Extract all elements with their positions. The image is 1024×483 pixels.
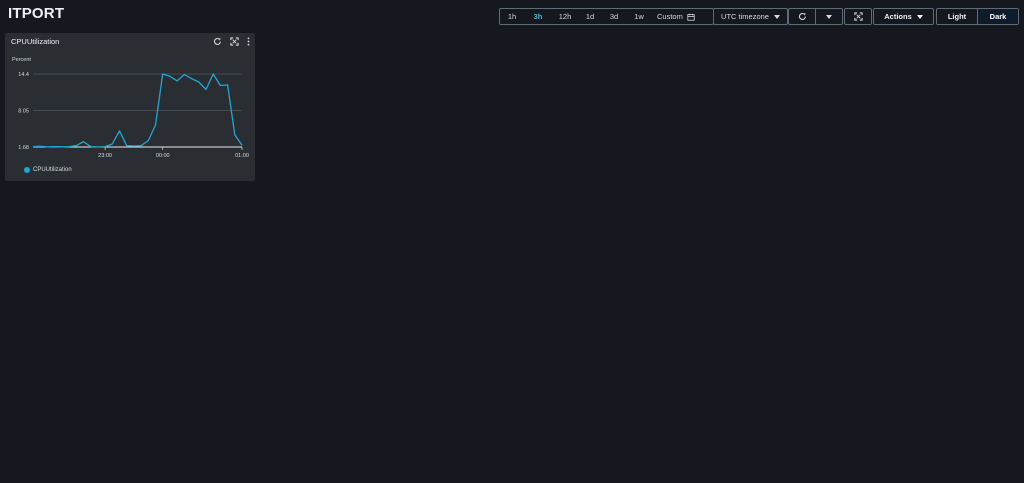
widget-expand-button[interactable] [229,36,239,46]
x-tick-label: 01:00 [235,153,249,159]
cpu-utilization-chart: 14.4 8.05 1.68 23:00 00:00 01:00 [18,72,249,159]
range-button-1d[interactable]: 1d [578,9,602,24]
theme-toggle: Light Dark [936,8,1019,25]
time-range-group: 1h 3h 12h 1d 3d 1w Custom [499,8,714,25]
actions-dropdown[interactable]: Actions [873,8,934,25]
y-tick-label: 14.4 [18,72,29,78]
fullscreen-button[interactable] [844,8,872,25]
fullscreen-icon [853,12,863,21]
y-tick-label: 1.68 [18,145,29,151]
caret-down-icon [826,14,832,19]
caret-down-icon [916,14,923,19]
legend-label: CPUUtilization [33,167,72,173]
cpu-utilization-widget: CPUUtilization Percent 14.4 8.05 1.68 23:00… [5,33,255,181]
y-tick-label: 8.05 [18,109,29,115]
time-range-toolbar: 1h 3h 12h 1d 3d 1w Custom [499,8,714,25]
refresh-toolbar [788,8,843,25]
page-title: ITPORT [8,5,65,22]
refresh-icon [798,13,806,20]
actions-toolbar: Actions [873,8,934,25]
timezone-label: UTC timezone [721,12,769,21]
legend-swatch [24,167,30,173]
refresh-options-dropdown[interactable] [815,9,842,24]
range-button-3h[interactable]: 3h [524,9,552,24]
theme-light-button[interactable]: Light [937,9,977,24]
custom-range-label: Custom [657,12,683,21]
timezone-select[interactable]: UTC timezone [713,8,788,25]
theme-toolbar: Light Dark [936,8,1019,25]
widget-actions [212,36,250,46]
range-button-1h[interactable]: 1h [500,9,524,24]
widget-more-button[interactable] [246,36,250,46]
actions-label: Actions [884,12,912,21]
calendar-icon [687,13,695,21]
x-tick-label: 23:00 [98,153,112,159]
y-axis-label: Percent [12,57,31,63]
range-button-12h[interactable]: 12h [552,9,578,24]
widget-title: CPUUtilization [11,37,60,46]
range-button-1w[interactable]: 1w [626,9,652,24]
expand-icon [229,36,239,46]
custom-range-button[interactable]: Custom [652,9,700,24]
widget-refresh-button[interactable] [212,36,222,46]
theme-dark-button[interactable]: Dark [977,9,1018,24]
range-button-3d[interactable]: 3d [602,9,626,24]
fullscreen-toolbar [844,8,872,25]
chart-legend[interactable]: CPUUtilization [24,167,72,173]
refresh-icon [213,37,221,45]
refresh-button[interactable] [789,9,815,24]
more-vertical-icon [247,36,249,46]
caret-down-icon [773,14,780,19]
timezone-toolbar: UTC timezone [713,8,788,25]
x-tick-label: 00:00 [156,153,170,159]
refresh-group [788,8,843,25]
